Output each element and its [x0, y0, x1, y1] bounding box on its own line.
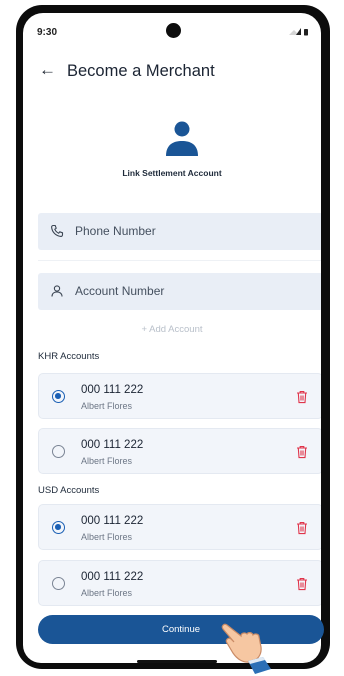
account-holder-name: Albert Flores	[81, 401, 133, 411]
phone-screen: 9:30 ← Become a Merchant Link Settlement…	[23, 13, 321, 663]
trash-icon[interactable]	[296, 521, 308, 535]
phone-number-placeholder: Phone Number	[75, 224, 156, 238]
camera-notch	[166, 23, 181, 38]
home-indicator	[137, 660, 217, 663]
radio-unselected[interactable]	[52, 577, 65, 590]
account-number-field[interactable]: Account Number	[38, 273, 321, 310]
page-title: Become a Merchant	[67, 62, 215, 80]
user-icon	[166, 121, 198, 156]
account-number: 000 111 222	[81, 571, 144, 583]
status-time: 9:30	[37, 27, 58, 38]
phone-number-field[interactable]: Phone Number	[38, 213, 321, 250]
divider	[38, 260, 321, 261]
usd-accounts-label: USD Accounts	[38, 485, 100, 496]
account-holder-name: Albert Flores	[81, 588, 133, 598]
pointing-hand-icon	[221, 623, 271, 674]
account-holder-name: Albert Flores	[81, 532, 133, 542]
user-outline-icon	[51, 285, 63, 297]
signal-battery-icon	[289, 28, 308, 36]
back-arrow-icon[interactable]: ←	[39, 59, 56, 81]
trash-icon[interactable]	[296, 577, 308, 591]
status-bar: 9:30	[23, 13, 321, 47]
radio-selected[interactable]	[52, 521, 65, 534]
account-number: 000 111 222	[81, 439, 144, 451]
account-card[interactable]: 000 111 222 Albert Flores	[38, 373, 321, 419]
radio-unselected[interactable]	[52, 445, 65, 458]
section-title: Link Settlement Account	[122, 168, 222, 178]
account-number: 000 111 222	[81, 515, 144, 527]
account-card[interactable]: 000 111 222 Albert Flores	[38, 504, 321, 550]
trash-icon[interactable]	[296, 390, 308, 404]
account-holder-name: Albert Flores	[81, 456, 133, 466]
add-account-button[interactable]: + Add Account	[23, 324, 321, 335]
phone-icon	[51, 224, 64, 237]
app-bar: ← Become a Merchant	[23, 59, 321, 87]
radio-selected[interactable]	[52, 390, 65, 403]
trash-icon[interactable]	[296, 445, 308, 459]
account-card[interactable]: 000 111 222 Albert Flores	[38, 560, 321, 606]
account-number: 000 111 222	[81, 384, 144, 396]
khr-accounts-label: KHR Accounts	[38, 351, 100, 362]
account-card[interactable]: 000 111 222 Albert Flores	[38, 428, 321, 474]
account-number-placeholder: Account Number	[75, 284, 165, 298]
continue-button[interactable]: Continue	[38, 615, 324, 644]
